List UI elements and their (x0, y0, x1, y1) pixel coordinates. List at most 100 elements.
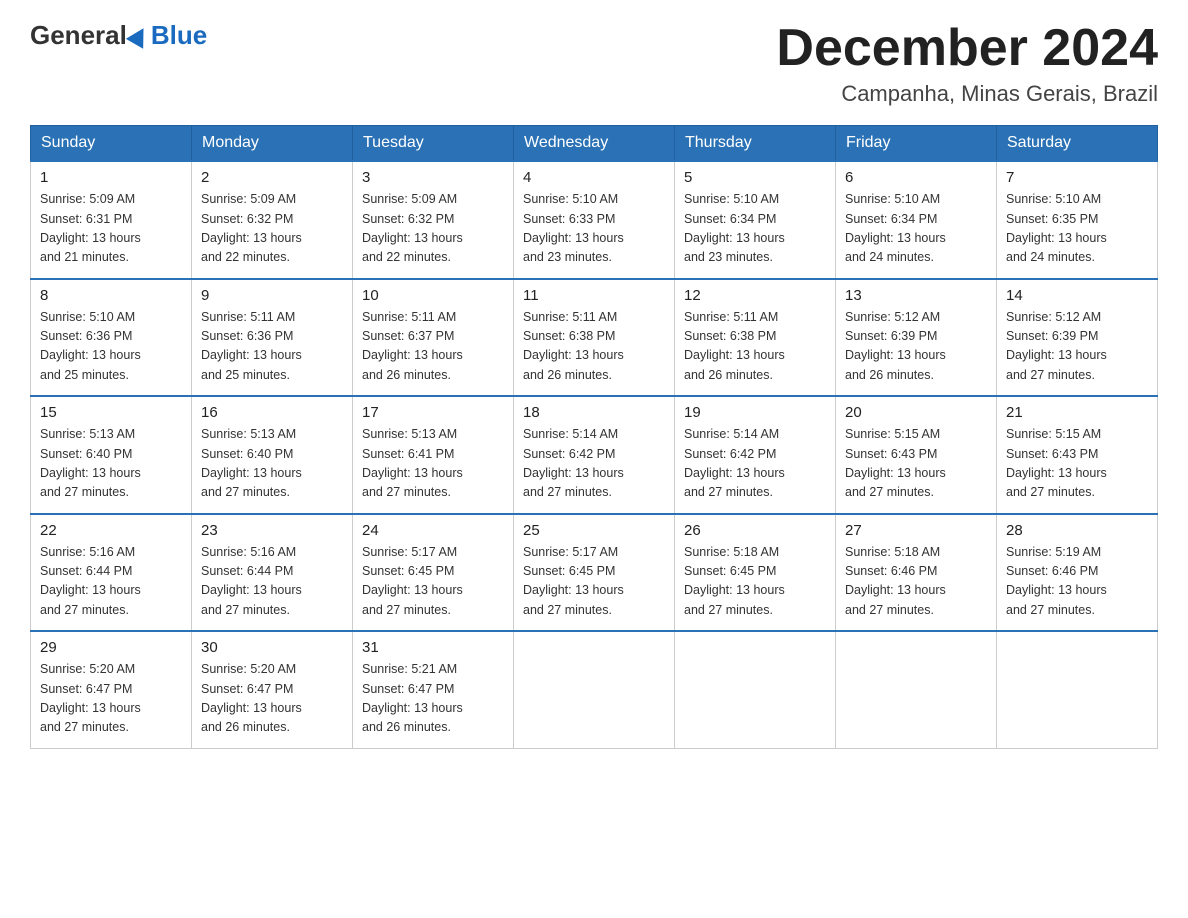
day-info: Sunrise: 5:10 AMSunset: 6:34 PMDaylight:… (845, 192, 946, 264)
table-row: 3 Sunrise: 5:09 AMSunset: 6:32 PMDayligh… (353, 161, 514, 279)
day-number: 16 (201, 404, 343, 421)
table-row: 4 Sunrise: 5:10 AMSunset: 6:33 PMDayligh… (514, 161, 675, 279)
week-row-3: 15 Sunrise: 5:13 AMSunset: 6:40 PMDaylig… (31, 396, 1158, 514)
day-info: Sunrise: 5:21 AMSunset: 6:47 PMDaylight:… (362, 662, 463, 734)
table-row: 17 Sunrise: 5:13 AMSunset: 6:41 PMDaylig… (353, 396, 514, 514)
table-row: 18 Sunrise: 5:14 AMSunset: 6:42 PMDaylig… (514, 396, 675, 514)
day-number: 12 (684, 287, 826, 304)
day-info: Sunrise: 5:12 AMSunset: 6:39 PMDaylight:… (1006, 310, 1107, 382)
day-number: 4 (523, 169, 665, 186)
col-tuesday: Tuesday (353, 126, 514, 162)
day-info: Sunrise: 5:19 AMSunset: 6:46 PMDaylight:… (1006, 545, 1107, 617)
day-info: Sunrise: 5:18 AMSunset: 6:46 PMDaylight:… (845, 545, 946, 617)
table-row: 11 Sunrise: 5:11 AMSunset: 6:38 PMDaylig… (514, 279, 675, 397)
table-row: 12 Sunrise: 5:11 AMSunset: 6:38 PMDaylig… (675, 279, 836, 397)
col-wednesday: Wednesday (514, 126, 675, 162)
day-number: 10 (362, 287, 504, 304)
table-row (836, 631, 997, 748)
day-number: 25 (523, 522, 665, 539)
day-number: 19 (684, 404, 826, 421)
day-info: Sunrise: 5:16 AMSunset: 6:44 PMDaylight:… (40, 545, 141, 617)
day-number: 29 (40, 639, 182, 656)
day-info: Sunrise: 5:09 AMSunset: 6:32 PMDaylight:… (362, 192, 463, 264)
logo-general: General (30, 20, 127, 51)
day-number: 27 (845, 522, 987, 539)
week-row-5: 29 Sunrise: 5:20 AMSunset: 6:47 PMDaylig… (31, 631, 1158, 748)
logo-triangle-icon (126, 23, 152, 49)
day-number: 17 (362, 404, 504, 421)
day-info: Sunrise: 5:11 AMSunset: 6:38 PMDaylight:… (523, 310, 624, 382)
day-info: Sunrise: 5:15 AMSunset: 6:43 PMDaylight:… (1006, 427, 1107, 499)
table-row: 15 Sunrise: 5:13 AMSunset: 6:40 PMDaylig… (31, 396, 192, 514)
day-info: Sunrise: 5:13 AMSunset: 6:40 PMDaylight:… (201, 427, 302, 499)
day-number: 28 (1006, 522, 1148, 539)
day-info: Sunrise: 5:13 AMSunset: 6:41 PMDaylight:… (362, 427, 463, 499)
day-number: 8 (40, 287, 182, 304)
day-info: Sunrise: 5:16 AMSunset: 6:44 PMDaylight:… (201, 545, 302, 617)
day-info: Sunrise: 5:09 AMSunset: 6:31 PMDaylight:… (40, 192, 141, 264)
table-row: 25 Sunrise: 5:17 AMSunset: 6:45 PMDaylig… (514, 514, 675, 632)
calendar-header: Sunday Monday Tuesday Wednesday Thursday… (31, 126, 1158, 162)
table-row: 2 Sunrise: 5:09 AMSunset: 6:32 PMDayligh… (192, 161, 353, 279)
day-info: Sunrise: 5:12 AMSunset: 6:39 PMDaylight:… (845, 310, 946, 382)
day-info: Sunrise: 5:11 AMSunset: 6:38 PMDaylight:… (684, 310, 785, 382)
table-row: 6 Sunrise: 5:10 AMSunset: 6:34 PMDayligh… (836, 161, 997, 279)
table-row (997, 631, 1158, 748)
table-row: 30 Sunrise: 5:20 AMSunset: 6:47 PMDaylig… (192, 631, 353, 748)
day-info: Sunrise: 5:10 AMSunset: 6:33 PMDaylight:… (523, 192, 624, 264)
day-number: 7 (1006, 169, 1148, 186)
day-info: Sunrise: 5:17 AMSunset: 6:45 PMDaylight:… (523, 545, 624, 617)
day-number: 20 (845, 404, 987, 421)
table-row: 16 Sunrise: 5:13 AMSunset: 6:40 PMDaylig… (192, 396, 353, 514)
table-row: 10 Sunrise: 5:11 AMSunset: 6:37 PMDaylig… (353, 279, 514, 397)
table-row (514, 631, 675, 748)
day-number: 23 (201, 522, 343, 539)
day-number: 2 (201, 169, 343, 186)
subtitle: Campanha, Minas Gerais, Brazil (776, 81, 1158, 107)
calendar-table: Sunday Monday Tuesday Wednesday Thursday… (30, 125, 1158, 749)
day-number: 18 (523, 404, 665, 421)
day-number: 14 (1006, 287, 1148, 304)
col-thursday: Thursday (675, 126, 836, 162)
table-row: 26 Sunrise: 5:18 AMSunset: 6:45 PMDaylig… (675, 514, 836, 632)
day-info: Sunrise: 5:10 AMSunset: 6:34 PMDaylight:… (684, 192, 785, 264)
col-friday: Friday (836, 126, 997, 162)
table-row: 21 Sunrise: 5:15 AMSunset: 6:43 PMDaylig… (997, 396, 1158, 514)
logo: General Blue (30, 20, 207, 51)
day-number: 9 (201, 287, 343, 304)
day-info: Sunrise: 5:11 AMSunset: 6:36 PMDaylight:… (201, 310, 302, 382)
table-row: 5 Sunrise: 5:10 AMSunset: 6:34 PMDayligh… (675, 161, 836, 279)
table-row: 22 Sunrise: 5:16 AMSunset: 6:44 PMDaylig… (31, 514, 192, 632)
day-info: Sunrise: 5:14 AMSunset: 6:42 PMDaylight:… (523, 427, 624, 499)
day-info: Sunrise: 5:17 AMSunset: 6:45 PMDaylight:… (362, 545, 463, 617)
week-row-2: 8 Sunrise: 5:10 AMSunset: 6:36 PMDayligh… (31, 279, 1158, 397)
day-number: 6 (845, 169, 987, 186)
header: General Blue December 2024 Campanha, Min… (30, 20, 1158, 107)
col-sunday: Sunday (31, 126, 192, 162)
day-number: 26 (684, 522, 826, 539)
table-row: 24 Sunrise: 5:17 AMSunset: 6:45 PMDaylig… (353, 514, 514, 632)
logo-blue: Blue (151, 20, 207, 51)
table-row: 7 Sunrise: 5:10 AMSunset: 6:35 PMDayligh… (997, 161, 1158, 279)
col-monday: Monday (192, 126, 353, 162)
table-row: 27 Sunrise: 5:18 AMSunset: 6:46 PMDaylig… (836, 514, 997, 632)
day-number: 22 (40, 522, 182, 539)
page-title: December 2024 (776, 20, 1158, 77)
day-info: Sunrise: 5:13 AMSunset: 6:40 PMDaylight:… (40, 427, 141, 499)
week-row-4: 22 Sunrise: 5:16 AMSunset: 6:44 PMDaylig… (31, 514, 1158, 632)
day-number: 15 (40, 404, 182, 421)
day-number: 31 (362, 639, 504, 656)
day-info: Sunrise: 5:18 AMSunset: 6:45 PMDaylight:… (684, 545, 785, 617)
table-row: 14 Sunrise: 5:12 AMSunset: 6:39 PMDaylig… (997, 279, 1158, 397)
day-info: Sunrise: 5:10 AMSunset: 6:35 PMDaylight:… (1006, 192, 1107, 264)
logo-text: General Blue (30, 20, 207, 51)
day-info: Sunrise: 5:10 AMSunset: 6:36 PMDaylight:… (40, 310, 141, 382)
table-row: 31 Sunrise: 5:21 AMSunset: 6:47 PMDaylig… (353, 631, 514, 748)
table-row: 29 Sunrise: 5:20 AMSunset: 6:47 PMDaylig… (31, 631, 192, 748)
table-row: 19 Sunrise: 5:14 AMSunset: 6:42 PMDaylig… (675, 396, 836, 514)
table-row: 8 Sunrise: 5:10 AMSunset: 6:36 PMDayligh… (31, 279, 192, 397)
header-row: Sunday Monday Tuesday Wednesday Thursday… (31, 126, 1158, 162)
table-row: 9 Sunrise: 5:11 AMSunset: 6:36 PMDayligh… (192, 279, 353, 397)
table-row: 1 Sunrise: 5:09 AMSunset: 6:31 PMDayligh… (31, 161, 192, 279)
table-row: 20 Sunrise: 5:15 AMSunset: 6:43 PMDaylig… (836, 396, 997, 514)
